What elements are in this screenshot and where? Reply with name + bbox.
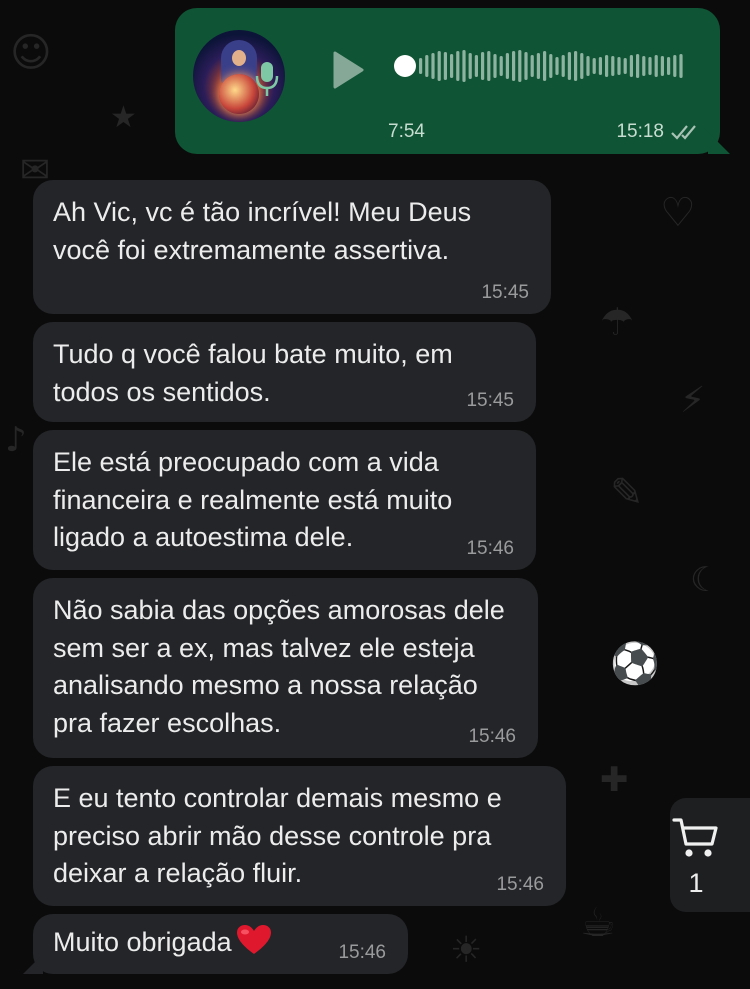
waveform-bar (493, 54, 497, 78)
message-time: 15:46 (338, 942, 386, 963)
message-text: Ah Vic, vc é tão incrível! Meu Deus você… (53, 197, 472, 265)
doodle-icon: ☕ (580, 900, 616, 946)
message-time: 15:45 (466, 390, 514, 411)
play-icon[interactable] (331, 50, 365, 90)
waveform-bar (474, 55, 478, 77)
waveform-bar (598, 57, 602, 75)
message-bubble[interactable]: Tudo q você falou bate muito, em todos o… (33, 322, 536, 422)
message-time: 15:18 (616, 121, 664, 142)
voice-message-bubble[interactable]: 7:54 15:18 (175, 8, 730, 154)
doodle-icon: ⚽ (610, 641, 660, 687)
waveform-bar (425, 55, 429, 77)
waveform-bar (611, 56, 615, 76)
waveform-bar (437, 51, 441, 81)
waveform-bar (419, 58, 423, 74)
waveform-bar (530, 55, 534, 77)
waveform-bar (605, 55, 609, 77)
cart-count: 1 (688, 868, 704, 898)
waveform-bar (673, 55, 677, 77)
waveform-bar (431, 53, 435, 79)
waveform-bar (617, 57, 621, 75)
message-time: 15:46 (466, 538, 514, 559)
waveform-bar (450, 54, 454, 78)
message-text: Muito obrigada (53, 927, 232, 957)
waveform-bar (679, 54, 683, 78)
waveform-bar (636, 54, 640, 78)
waveform-bar (654, 55, 658, 77)
waveform-bar (524, 52, 528, 80)
message-text: Ele está preocupado com a vida financeir… (53, 447, 453, 552)
message-bubble[interactable]: Muito obrigada 15:46 (23, 914, 408, 974)
waveform-bar (536, 53, 540, 79)
voice-duration: 7:54 (388, 121, 425, 142)
waveform-bar (505, 53, 509, 79)
waveform-bar (667, 57, 671, 75)
message-time: 15:45 (481, 282, 529, 303)
doodle-icon: ☺ (10, 30, 52, 76)
waveform-bar (549, 54, 553, 78)
waveform-bar (456, 51, 460, 81)
microphone-icon (255, 62, 279, 96)
waveform-bar (512, 51, 516, 81)
message-text: Não sabia das opções amorosas dele sem s… (53, 595, 505, 738)
waveform-bar (580, 53, 584, 79)
cart-icon (672, 818, 718, 857)
doodle-icon: ⚡ (680, 380, 706, 421)
waveform-bar (481, 52, 485, 80)
message-bubble[interactable]: Não sabia das opções amorosas dele sem s… (33, 578, 538, 758)
waveform-bar (499, 56, 503, 76)
doodle-icon: ✚ (600, 760, 629, 800)
waveform-bar (555, 57, 559, 75)
message-bubble[interactable]: Ele está preocupado com a vida financeir… (33, 430, 536, 570)
waveform-bar (543, 51, 547, 81)
message-time: 15:46 (468, 726, 516, 747)
doodle-icon: ★ (110, 100, 137, 135)
message-bubble[interactable]: Ah Vic, vc é tão incrível! Meu Deus você… (33, 180, 551, 314)
waveform-bar (567, 52, 571, 80)
red-heart-icon (236, 925, 271, 954)
message-text: Tudo q você falou bate muito, em todos o… (53, 339, 453, 407)
doodle-icon: ☾ (690, 560, 721, 600)
message-time: 15:46 (496, 874, 544, 895)
doodle-icon: ♪ (5, 420, 27, 460)
waveform-bar (468, 53, 472, 79)
waveform-bar (629, 55, 633, 77)
waveform-bar (487, 51, 491, 81)
doodle-icon: ☀ (450, 930, 483, 971)
crystal-ball (219, 74, 259, 114)
playback-scrubber[interactable] (394, 55, 416, 77)
doodle-icon: ☂ (600, 300, 635, 344)
double-check-icon (671, 125, 696, 140)
waveform-bar (648, 57, 652, 75)
doodle-icon: ♡ (660, 190, 696, 236)
waveform-bar (574, 51, 578, 81)
waveform-bar (586, 56, 590, 76)
doodle-icon: ✎ (610, 470, 644, 516)
waveform-bar (660, 56, 664, 76)
waveform-bar (518, 50, 522, 82)
waveform-bar (443, 52, 447, 80)
waveform-bar (462, 50, 466, 82)
message-bubble[interactable]: E eu tento controlar demais mesmo e prec… (33, 766, 566, 906)
cart-button[interactable]: 1 (670, 798, 750, 912)
waveform-bar (642, 56, 646, 76)
waveform-bar (561, 55, 565, 77)
message-text: E eu tento controlar demais mesmo e prec… (53, 783, 502, 888)
voice-waveform[interactable] (419, 46, 689, 86)
waveform-bar (623, 58, 627, 74)
waveform-bar (592, 58, 596, 74)
avatar-face (232, 50, 246, 66)
